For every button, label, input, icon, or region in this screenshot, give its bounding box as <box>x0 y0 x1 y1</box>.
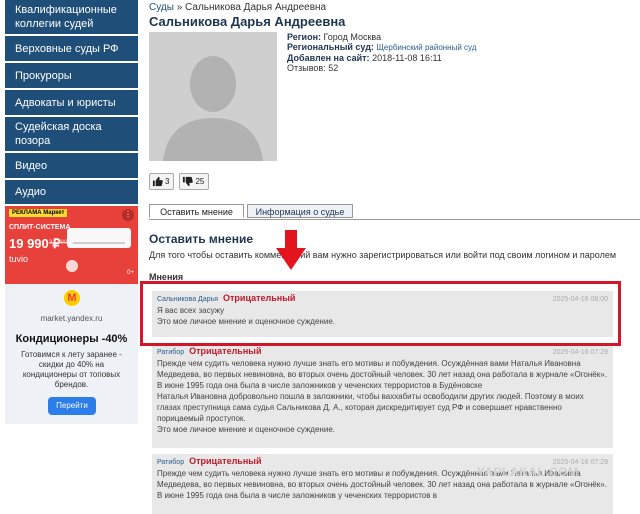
person-placeholder-icon <box>149 32 277 161</box>
added-value: 2018-11-08 16:11 <box>372 53 442 63</box>
sidebar: Квалификационные коллегии судей Верховны… <box>0 0 143 503</box>
main-content: Суды » Сальникова Дарья Андреевна Сальни… <box>149 0 640 514</box>
opinion-type: Отрицательный <box>189 346 262 356</box>
breadcrumb-separator: » <box>176 2 183 13</box>
opinion-author[interactable]: Ратибор <box>157 349 184 356</box>
breadcrumb-current: Сальникова Дарья Андреевна <box>185 2 327 13</box>
sidebar-item-label: Прокуроры <box>15 69 72 82</box>
sidebar-item-audio[interactable]: Аудио <box>5 180 138 206</box>
section-title: Оставить мнение <box>149 232 253 246</box>
dislike-count: 25 <box>195 177 205 186</box>
opinion-type: Отрицательный <box>189 456 262 466</box>
sidebar-nav: Квалификационные коллегии судей Верховны… <box>5 0 138 206</box>
login-notice: Для того чтобы оставить комментарий вам … <box>149 250 617 260</box>
timer-icon <box>66 260 78 272</box>
opinion-text: Прежде чем судить человека нужно лучше з… <box>157 359 607 434</box>
ad-age-rating: 0+ <box>127 270 134 276</box>
opinion-author[interactable]: Ратибор <box>157 459 184 466</box>
watermark: YAPLAKAL.COM <box>477 465 579 479</box>
ad-label: РЕКЛАМА Маркет <box>9 209 68 217</box>
sidebar-item-prosecutors[interactable]: Прокуроры <box>5 63 138 90</box>
sidebar-item-label: Аудио <box>15 186 47 198</box>
opinion-item: Ратибор Отрицательный 2025-04-16 07:29 П… <box>152 454 613 514</box>
sidebar-item-video[interactable]: Видео <box>5 153 138 180</box>
thumbs-up-icon <box>152 176 163 187</box>
tab-judge-info[interactable]: Информация о судье <box>247 204 353 218</box>
sidebar-item-qualification-boards[interactable]: Квалификационные коллегии судей <box>5 0 138 36</box>
opinion-item: Ратибор Отрицательный 2025-04-16 07:29 П… <box>152 344 613 448</box>
ad-old-price: 31 990 <box>49 240 68 246</box>
sidebar-item-label: Адвокаты и юристы <box>15 96 116 109</box>
ad-banner-image[interactable]: РЕКЛАМА Маркет ⋮ СПЛИТ-СИСТЕМА 19 990 ₽ … <box>5 206 138 284</box>
sidebar-item-lawyers[interactable]: Адвокаты и юристы <box>5 90 138 117</box>
region-value: Город Москва <box>323 32 382 42</box>
ad-domain[interactable]: market.yandex.ru <box>5 314 138 323</box>
tab-bar: Оставить мнение Информация о судье <box>149 204 640 220</box>
red-arrow-icon <box>276 230 306 270</box>
more-options-icon[interactable]: ⋮ <box>122 209 134 221</box>
page-title: Сальникова Дарья Андреевна <box>149 14 346 29</box>
ad-go-button[interactable]: Перейти <box>48 397 96 415</box>
sidebar-item-hall-of-shame[interactable]: Судейская доска позора <box>5 117 138 153</box>
sidebar-item-label: Видео <box>15 159 48 172</box>
air-conditioner-image <box>67 228 131 248</box>
avatar <box>149 32 277 161</box>
tab-leave-opinion[interactable]: Оставить мнение <box>149 204 244 218</box>
sidebar-item-label: Судейская доска позора <box>15 121 102 147</box>
breadcrumb: Суды » Сальникова Дарья Андреевна <box>149 2 326 13</box>
thumbs-down-icon <box>183 176 194 187</box>
added-label: Добавлен на сайт: <box>287 53 370 63</box>
breadcrumb-root[interactable]: Суды <box>149 2 174 13</box>
ad-title[interactable]: Кондиционеры -40% <box>5 333 138 345</box>
market-logo-icon: М <box>64 290 80 306</box>
court-label: Региональный суд: <box>287 42 374 52</box>
like-button[interactable]: 3 <box>149 173 175 190</box>
opinion-date: 2025-04-16 07:29 <box>552 349 608 356</box>
ad-text: Готовимся к лету заранее - скидки до 40%… <box>21 350 122 389</box>
ad-brand: tuvio <box>9 254 29 264</box>
highlight-annotation-box <box>140 281 621 346</box>
court-link[interactable]: Щербинский районный суд <box>376 43 476 52</box>
ad-category: СПЛИТ-СИСТЕМА <box>9 224 71 231</box>
judge-info: Регион: Город Москва Региональный суд: Щ… <box>287 32 476 73</box>
sidebar-item-label: Квалификационные коллегии судей <box>15 4 117 30</box>
reviews-count: 52 <box>328 63 339 73</box>
region-label: Регион: <box>287 32 321 42</box>
sidebar-item-label: Верховные суды РФ <box>15 42 119 55</box>
dislike-button[interactable]: 25 <box>179 173 210 190</box>
advertisement[interactable]: РЕКЛАМА Маркет ⋮ СПЛИТ-СИСТЕМА 19 990 ₽ … <box>5 206 138 424</box>
like-count: 3 <box>165 177 170 186</box>
sidebar-item-supreme-courts[interactable]: Верховные суды РФ <box>5 36 138 63</box>
reviews-label: Отзывов: <box>287 63 326 73</box>
votes: 3 25 <box>149 173 210 190</box>
